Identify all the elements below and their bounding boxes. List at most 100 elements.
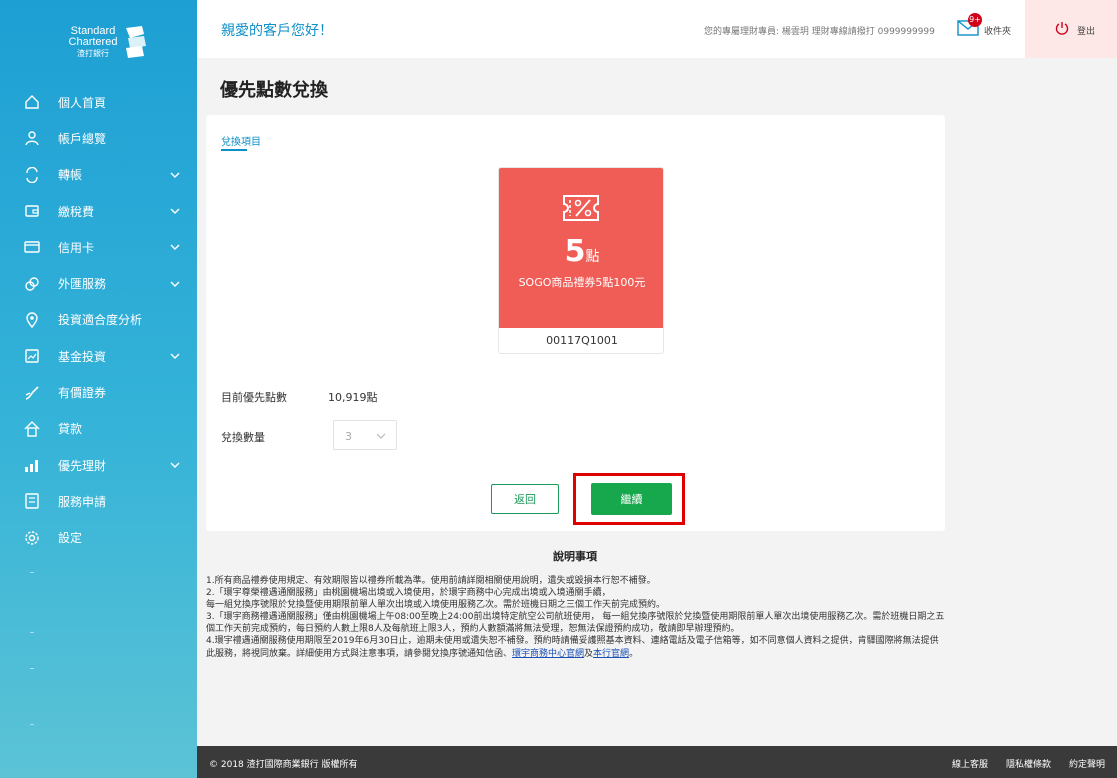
footer-link-privacy[interactable]: 隱私權條款 xyxy=(1006,757,1051,770)
sidebar-item-label: 有價證券 xyxy=(58,386,107,401)
sidebar-item-securities[interactable]: 有價證券 xyxy=(0,374,197,410)
advisor-info: 您的專屬理財專員: 楊雲玥 理財專線請撥打 0999999999 xyxy=(704,27,935,37)
top-header: 親愛的客戶您好！ 您的專屬理財專員: 楊雲玥 理財專線請撥打 099999999… xyxy=(197,0,1117,58)
sidebar-item-home[interactable]: 個人首頁 xyxy=(0,84,197,120)
coupon-card[interactable]: 5點 SOGO商品禮券5點100元 00117Q1001 xyxy=(498,167,664,354)
footer: © 2018 渣打國際商業銀行 版權所有 線上客服 隱私權條款 約定聲明 xyxy=(197,746,1117,778)
sidebar-item-priority-banking[interactable]: 優先理財 xyxy=(0,447,197,483)
user-icon xyxy=(25,131,39,146)
form-icon xyxy=(25,493,39,510)
discount-ticket-icon xyxy=(563,195,599,221)
greeting-text: 親愛的客戶您好！ xyxy=(221,23,333,39)
chevron-down-icon xyxy=(170,353,180,360)
wallet-icon xyxy=(25,205,39,217)
coupon-banner: 5點 SOGO商品禮券5點100元 xyxy=(499,168,663,328)
note-1: 1.所有商品禮券使用規定、有效期限皆以禮券所載為準。使用前請詳閱相關使用說明，遺… xyxy=(206,576,656,586)
brand-line-3: 渣打銀行 xyxy=(77,48,109,58)
note-4-and: 及 xyxy=(584,648,594,659)
sidebar-item-settings[interactable]: 設定 xyxy=(0,520,197,556)
universal-center-link[interactable]: 環宇商務中心官網 xyxy=(512,649,584,659)
page-title: 優先點數兌換 xyxy=(220,80,328,101)
sidebar-divider xyxy=(30,724,34,725)
mail-count-badge: 9+ xyxy=(968,13,982,27)
footer-links: 線上客服 隱私權條款 約定聲明 xyxy=(952,757,1105,770)
continue-button[interactable]: 繼續 xyxy=(591,483,672,515)
sidebar-item-loans[interactable]: 貸款 xyxy=(0,411,197,447)
coupon-code: 00117Q1001 xyxy=(546,334,618,347)
sidebar-item-label: 設定 xyxy=(58,531,83,546)
current-points-label: 目前優先點數 xyxy=(221,391,287,404)
gear-icon xyxy=(25,531,39,545)
note-2: 2.「環宇尊榮禮遇通關服務」由桃園機場出境或入境使用，於環宇商務中心完成出境或入… xyxy=(206,588,611,599)
sidebar-item-label: 投資適合度分析 xyxy=(58,313,143,328)
coupon-points: 5點 xyxy=(499,234,663,269)
sidebar-item-accounts[interactable]: 帳戶總覽 xyxy=(0,120,197,156)
coupon-points-unit: 點 xyxy=(585,249,600,265)
bar-chart-icon xyxy=(25,460,38,473)
notes-body: 1.所有商品禮券使用規定、有效期限皆以禮券所載為準。使用前請詳閱相關使用說明，遺… xyxy=(206,575,946,660)
brand-line-1: Standard xyxy=(70,24,116,37)
sidebar-item-label: 基金投資 xyxy=(58,349,107,364)
logout-button[interactable]: 登出 xyxy=(1025,0,1117,58)
brand-mark-icon xyxy=(126,26,146,58)
tab-redeem-items[interactable]: 兌換項目 xyxy=(221,133,261,148)
chevron-down-icon xyxy=(170,172,180,178)
copyright: © 2018 渣打國際商業銀行 版權所有 xyxy=(209,760,358,770)
sidebar-item-label: 優先理財 xyxy=(58,458,107,473)
sidebar-item-label: 轉帳 xyxy=(58,168,83,183)
back-button[interactable]: 返回 xyxy=(491,484,559,514)
sidebar-item-funds[interactable]: 基金投資 xyxy=(0,338,197,374)
sidebar-item-payments[interactable]: 繳稅費 xyxy=(0,193,197,229)
sidebar-divider xyxy=(30,632,34,633)
credit-card-icon xyxy=(24,241,40,254)
chevron-down-icon xyxy=(170,244,180,251)
note-2-cont: 每一組兌換序號限於兌換暨使用期限前單人單次出境或入境使用服務乙次。需於班機日期之… xyxy=(206,600,666,611)
sidebar-item-label: 帳戶總覽 xyxy=(58,131,107,146)
chart-box-icon xyxy=(25,349,39,363)
footer-link-terms[interactable]: 約定聲明 xyxy=(1069,757,1105,770)
location-pin-icon xyxy=(26,312,38,328)
chevron-down-icon xyxy=(170,208,180,215)
sidebar-item-label: 信用卡 xyxy=(58,240,95,255)
sidebar-item-label: 貸款 xyxy=(58,422,83,437)
redeem-card: 兌換項目 5點 SOGO商品禮券5點100元 00117Q1001 目前優先點數… xyxy=(206,115,945,531)
sidebar-item-forex[interactable]: 外匯服務 xyxy=(0,265,197,301)
quantity-label: 兌換數量 xyxy=(221,431,265,444)
bank-site-link[interactable]: 本行官網 xyxy=(593,649,629,659)
sidebar: Standard Chartered 渣打銀行 個人首頁 帳戶總覽 轉帳 繳稅費 xyxy=(0,0,197,778)
note-3: 3.「環宇商務禮遇通關服務」僅由桃園機場上午08:00至晚上24:00前出境特定… xyxy=(206,612,945,635)
sidebar-item-label: 繳稅費 xyxy=(58,204,95,219)
chevron-down-icon xyxy=(170,462,180,469)
sidebar-item-transfer[interactable]: 轉帳 xyxy=(0,157,197,193)
sidebar-nav: 個人首頁 帳戶總覽 轉帳 繳稅費 信用卡 外匯服務 投資適合度分析 基金投資 有… xyxy=(0,84,197,556)
house-loan-icon xyxy=(24,420,40,437)
quantity-select-value: 3 xyxy=(345,430,352,443)
sidebar-item-service-request[interactable]: 服務申請 xyxy=(0,483,197,519)
coupon-points-value: 5 xyxy=(564,234,586,269)
sidebar-divider xyxy=(30,668,34,669)
note-4-end: 。 xyxy=(629,648,639,659)
inbox-link[interactable]: 收件夾 xyxy=(984,24,1011,37)
logout-label: 登出 xyxy=(1077,27,1096,37)
brand-name: Standard Chartered 渣打銀行 xyxy=(68,24,118,59)
sidebar-item-suitability[interactable]: 投資適合度分析 xyxy=(0,302,197,338)
current-points-value: 10,919點 xyxy=(328,391,378,404)
chevron-down-icon xyxy=(376,433,386,439)
quantity-select[interactable]: 3 xyxy=(333,420,397,450)
sidebar-item-label: 外匯服務 xyxy=(58,277,107,292)
home-icon xyxy=(25,95,39,109)
stock-icon xyxy=(25,385,39,400)
power-icon xyxy=(1055,22,1069,35)
brand-logo[interactable]: Standard Chartered 渣打銀行 xyxy=(68,18,148,66)
coupon-name: SOGO商品禮券5點100元 xyxy=(518,276,646,289)
notes-title: 說明事項 xyxy=(553,550,597,563)
note-4: 4.環宇禮遇通關服務使用期限至2019年6月30日止，逾期未使用或遺失恕不補發。… xyxy=(206,635,946,659)
footer-link-online-service[interactable]: 線上客服 xyxy=(952,757,988,770)
sidebar-item-label: 個人首頁 xyxy=(58,95,107,110)
transfer-icon xyxy=(26,166,38,183)
tab-underline xyxy=(221,149,247,151)
brand-line-2: Chartered xyxy=(68,35,118,48)
chevron-down-icon xyxy=(170,281,180,287)
sidebar-item-credit-card[interactable]: 信用卡 xyxy=(0,229,197,265)
sidebar-item-label: 服務申請 xyxy=(58,494,107,509)
